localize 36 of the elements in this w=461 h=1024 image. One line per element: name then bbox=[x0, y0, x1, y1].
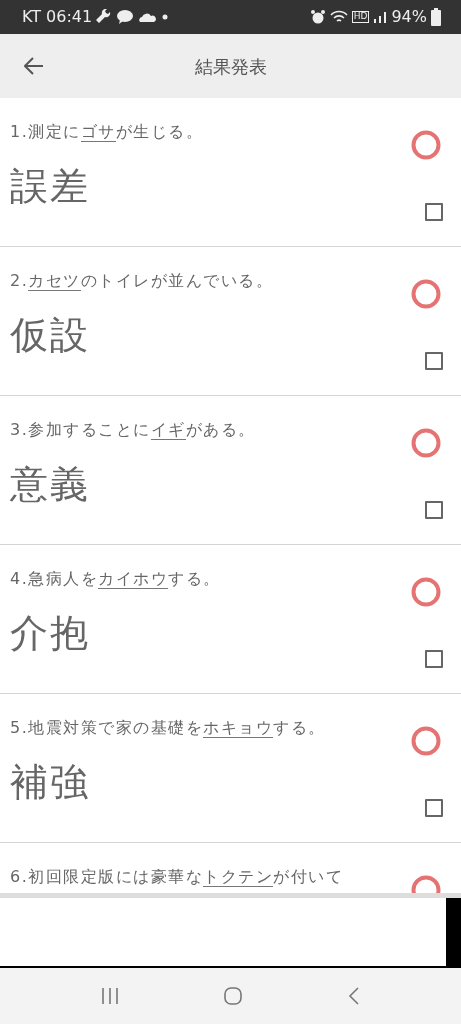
circle-mark-icon bbox=[411, 130, 441, 160]
question-sentence: 6.初回限定版には豪華な トクテンが付いて bbox=[10, 866, 344, 889]
checkbox[interactable] bbox=[425, 650, 443, 668]
status-time: KT 06:41 bbox=[22, 6, 93, 28]
chat-icon bbox=[116, 9, 135, 25]
battery-level: 94% bbox=[391, 6, 427, 28]
circle-mark-icon bbox=[411, 428, 441, 458]
answer-kanji: 補強 bbox=[10, 760, 90, 806]
alarm-icon bbox=[309, 9, 326, 25]
cloud-icon bbox=[138, 11, 157, 23]
wrench-icon bbox=[96, 9, 113, 25]
question-sentence: 5.地震対策で家の基礎をホキョウする。 bbox=[10, 717, 326, 740]
back-icon[interactable] bbox=[347, 986, 362, 1006]
circle-mark-icon bbox=[411, 279, 441, 309]
recent-apps-icon[interactable] bbox=[99, 987, 120, 1005]
question-sentence: 1.測定に ゴサが生じる。 bbox=[10, 121, 204, 144]
screen-title: 結果発表 bbox=[194, 55, 267, 77]
circle-mark-icon bbox=[411, 726, 441, 756]
wifi-icon bbox=[329, 9, 348, 25]
signal-icon bbox=[373, 10, 388, 24]
home-icon[interactable] bbox=[223, 986, 244, 1006]
back-arrow-icon[interactable] bbox=[24, 57, 44, 75]
checkbox[interactable] bbox=[425, 501, 443, 519]
question-sentence: 3.参加することに イギがある。 bbox=[10, 419, 256, 442]
battery-icon bbox=[431, 8, 441, 26]
checkbox[interactable] bbox=[425, 352, 443, 370]
answer-kanji: 介抱 bbox=[10, 611, 90, 657]
answer-kanji: 誤差 bbox=[10, 164, 90, 210]
answer-kanji: 仮設 bbox=[10, 313, 90, 359]
checkbox[interactable] bbox=[425, 203, 443, 221]
hd-badge: HD bbox=[351, 11, 370, 23]
question-sentence: 2.カセツのトイレが並んでいる。 bbox=[10, 270, 274, 293]
answer-kanji: 意義 bbox=[10, 462, 90, 508]
circle-mark-icon bbox=[411, 577, 441, 607]
checkbox[interactable] bbox=[425, 799, 443, 817]
question-sentence: 4.急病人をカイホウする。 bbox=[10, 568, 221, 591]
